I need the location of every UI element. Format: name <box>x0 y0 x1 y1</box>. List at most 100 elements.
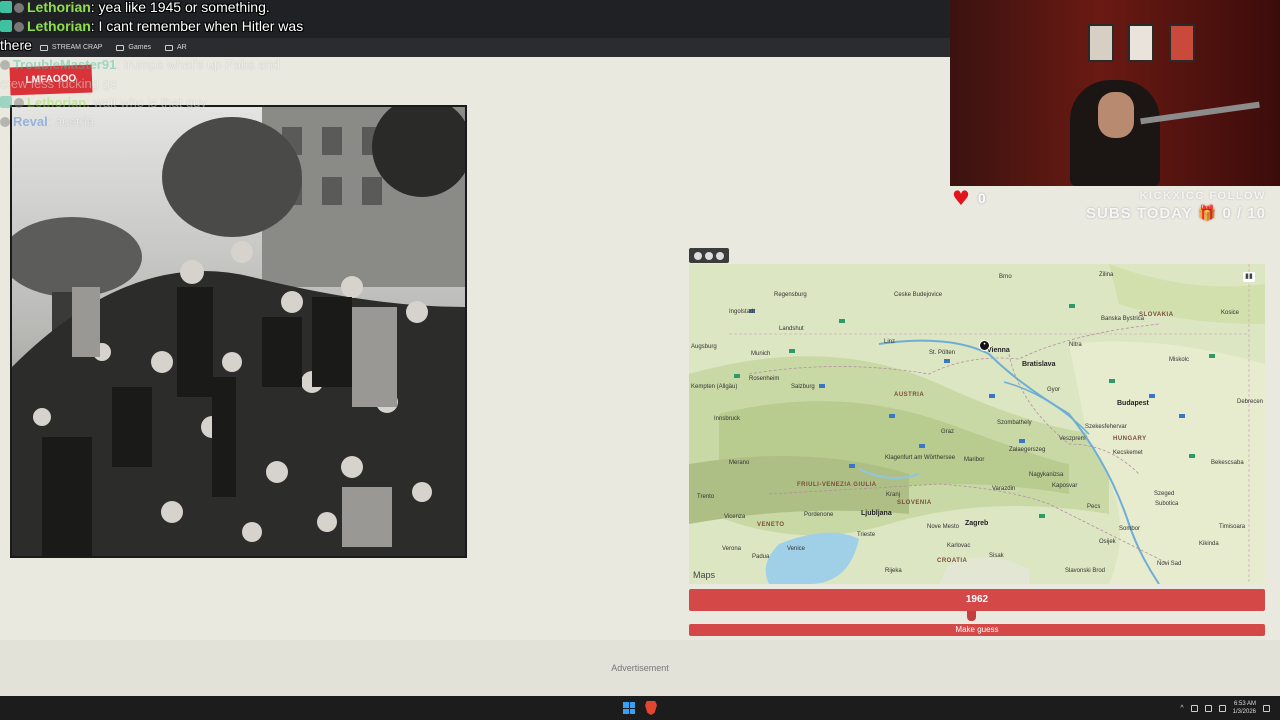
map-label-salzburg: Salzburg <box>791 384 815 390</box>
map-label-padua: Padua <box>752 554 770 560</box>
map-label-zalaegerszeg: Zalaegerszeg <box>1009 447 1046 453</box>
historical-photo[interactable] <box>10 105 467 558</box>
guess-pin-icon[interactable]: • <box>979 340 990 351</box>
map-label-nitra: Nitra <box>1069 342 1082 348</box>
map-label-kempten: Kempten (Allgäu) <box>691 384 738 390</box>
map-label-nove-mesto: Nove Mesto <box>927 524 960 530</box>
chat-text: : austria <box>47 114 94 129</box>
map-label-st-polten: St. Pölten <box>929 350 956 356</box>
maps-logo: Maps <box>693 570 715 580</box>
map-label-maribor: Maribor <box>964 457 985 463</box>
map-label-kosice: Kosice <box>1221 310 1240 316</box>
map-label-debrecen: Debrecen <box>1237 399 1264 405</box>
map-label-innsbruck: Innsbruck <box>714 416 741 422</box>
map-label-zilina: Zilina <box>1099 272 1114 278</box>
map-label-augsburg: Augsburg <box>691 344 717 350</box>
webcam-feed <box>950 0 1280 186</box>
bookmark-folder-ar[interactable]: AR <box>164 44 187 51</box>
chat-username: Lethorian <box>27 0 91 15</box>
map-label-munich: Munich <box>751 351 771 357</box>
bookmark-label: Games <box>128 44 151 51</box>
map-terrain <box>689 264 1265 584</box>
map-label-klagenfurt: Klagenfurt am Wörthersee <box>885 455 956 461</box>
map-label-kaposvar: Kaposvar <box>1052 483 1078 489</box>
avatar <box>0 117 10 127</box>
map-label-szekesfehervar: Szekesfehervar <box>1085 424 1127 430</box>
bookmark-folder-games[interactable]: Games <box>116 44 151 51</box>
map-label-miskolc: Miskolc <box>1169 357 1190 363</box>
map-label-rosenheim: Rosenheim <box>749 376 780 382</box>
guess-map[interactable]: Regensburg Munich Salzburg Linz Graz Inn… <box>689 264 1265 584</box>
chevron-up-icon[interactable]: ^ <box>1180 705 1183 712</box>
bookmark-folder-stream-crap[interactable]: STREAM CRAP <box>39 44 102 51</box>
volume-icon[interactable] <box>1218 704 1226 712</box>
map-label-veszprem: Veszprem <box>1059 436 1086 442</box>
chat-username: TroubleMaster91 <box>13 57 117 72</box>
map-label-vicenza: Vicenza <box>724 514 746 520</box>
avatar <box>14 22 24 32</box>
map-label-graz: Graz <box>941 429 955 435</box>
map-label-pecs: Pecs <box>1087 504 1101 510</box>
expand-icon[interactable] <box>693 251 702 260</box>
map-label-pordenone: Pordenone <box>804 512 834 518</box>
map-label-szeged: Szeged <box>1154 491 1175 497</box>
map-label-sombor: Sombor <box>1119 526 1141 532</box>
system-tray: ^ 6:53 AM 1/3/2026 <box>1180 700 1270 716</box>
map-label-gyor: Gyor <box>1047 387 1061 393</box>
folder-icon <box>164 44 173 51</box>
chat-message: Lethorian: wait who is that guy <box>0 95 207 110</box>
wall-frame <box>1088 24 1114 62</box>
follow-text: KICKXICC FOLLOW <box>1139 190 1266 202</box>
map-layers-icon[interactable]: ▮▮ <box>1243 272 1255 282</box>
map-label-bratislava: Bratislava <box>1022 361 1056 368</box>
pin-icon[interactable] <box>704 251 713 260</box>
chat-username: Lethorian <box>27 18 91 34</box>
folder-icon <box>116 44 125 51</box>
map-label-trento: Trento <box>697 494 715 500</box>
map-label-ceske-budejovice: Ceske Budejovice <box>894 292 943 298</box>
make-guess-button[interactable]: Make guess <box>689 624 1265 636</box>
avatar <box>14 98 24 108</box>
chat-text: : yea like 1945 or something. <box>90 0 270 15</box>
map-label-banska-bystrica: Banska Bystrica <box>1101 316 1145 322</box>
avatar <box>0 60 10 70</box>
taskbar: ^ 6:53 AM 1/3/2026 <box>0 696 1280 720</box>
folder-icon <box>39 44 48 51</box>
bookmark-label: AR <box>176 44 187 51</box>
map-label-slovenia: SLOVENIA <box>897 500 932 506</box>
map-label-rijeka: Rijeka <box>885 568 902 574</box>
subscriber-badge-icon <box>0 1 12 13</box>
map-label-landshut: Landshut <box>779 326 804 332</box>
windows-start-icon[interactable] <box>623 702 635 714</box>
clock[interactable]: 6:53 AM 1/3/2026 <box>1233 700 1256 716</box>
network-icon[interactable] <box>1204 704 1212 712</box>
year-slider-handle[interactable] <box>967 611 976 621</box>
microphone-icon[interactable] <box>1190 704 1198 712</box>
chat-text: : trumps what's up Pabs and <box>116 57 280 72</box>
map-label-osijek: Osijek <box>1099 539 1116 545</box>
wall-frame <box>1169 24 1195 62</box>
map-label-kikinda: Kikinda <box>1199 541 1219 547</box>
map-panel: Regensburg Munich Salzburg Linz Graz Inn… <box>689 248 1265 636</box>
chat-text: crew less fucking go <box>0 76 118 91</box>
map-label-kecskemet: Kecskemet <box>1113 450 1143 456</box>
brave-browser-icon[interactable] <box>645 701 657 715</box>
subs-today-text: SUBS TODAY 🎁 0 / 10 <box>1086 205 1266 222</box>
chat-username: Lethorian <box>27 95 87 110</box>
map-label-trieste: Trieste <box>857 532 876 538</box>
map-label-merano: Merano <box>729 460 750 466</box>
notifications-icon[interactable] <box>1263 704 1270 712</box>
maps-logo-text: Maps <box>693 570 716 580</box>
wall-frame <box>1128 24 1154 62</box>
bookmarks-bar: M STREAM CRAP Games AR <box>0 38 950 57</box>
minimize-icon[interactable] <box>716 251 725 260</box>
map-label-verona: Verona <box>722 546 742 552</box>
chat-text: there <box>0 37 32 53</box>
map-label-slovakia: SLOVAKIA <box>1139 312 1174 318</box>
map-label-kranj: Kranj <box>886 492 901 498</box>
chat-message: Reval: austria <box>0 114 94 129</box>
map-tools <box>689 248 729 263</box>
map-label-regensburg: Regensburg <box>774 292 807 298</box>
subscriber-badge-icon <box>0 20 12 32</box>
heart-icon: ♥ <box>952 186 970 210</box>
